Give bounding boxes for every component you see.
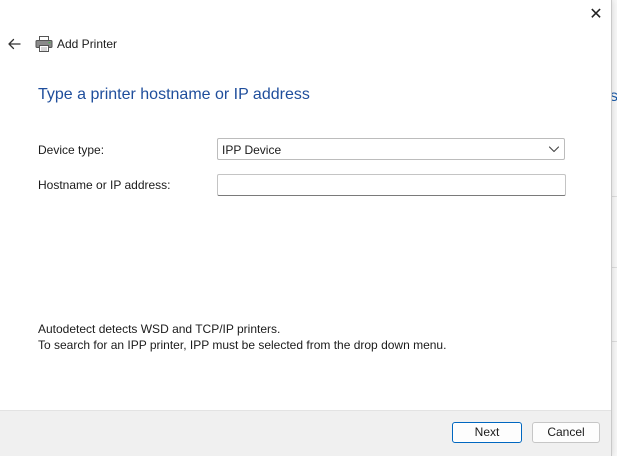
cancel-button[interactable]: Cancel [532, 422, 600, 443]
background-divider [612, 341, 617, 342]
hostname-input[interactable] [217, 174, 566, 196]
printer-icon [35, 36, 53, 52]
device-type-value: IPP Device [222, 143, 282, 157]
add-printer-dialog: ✕ Add Printer Type a printer hostname or… [0, 0, 612, 456]
window-title: Add Printer [57, 37, 118, 51]
background-divider [612, 267, 617, 268]
close-button[interactable]: ✕ [584, 4, 608, 26]
chevron-down-icon [548, 146, 560, 153]
background-window-edge [612, 0, 617, 456]
device-type-select[interactable]: IPP Device [217, 138, 565, 160]
hostname-label: Hostname or IP address: [38, 178, 171, 192]
back-arrow-icon [8, 38, 21, 50]
background-divider [612, 196, 617, 197]
back-button[interactable] [4, 34, 24, 54]
next-button[interactable]: Next [452, 422, 522, 443]
close-icon: ✕ [589, 6, 603, 23]
page-heading: Type a printer hostname or IP address [38, 86, 310, 103]
device-type-label: Device type: [38, 143, 105, 157]
hint-line: Autodetect detects WSD and TCP/IP printe… [38, 322, 281, 336]
dialog-footer: Next Cancel [0, 410, 611, 456]
hint-line: To search for an IPP printer, IPP must b… [38, 338, 447, 352]
